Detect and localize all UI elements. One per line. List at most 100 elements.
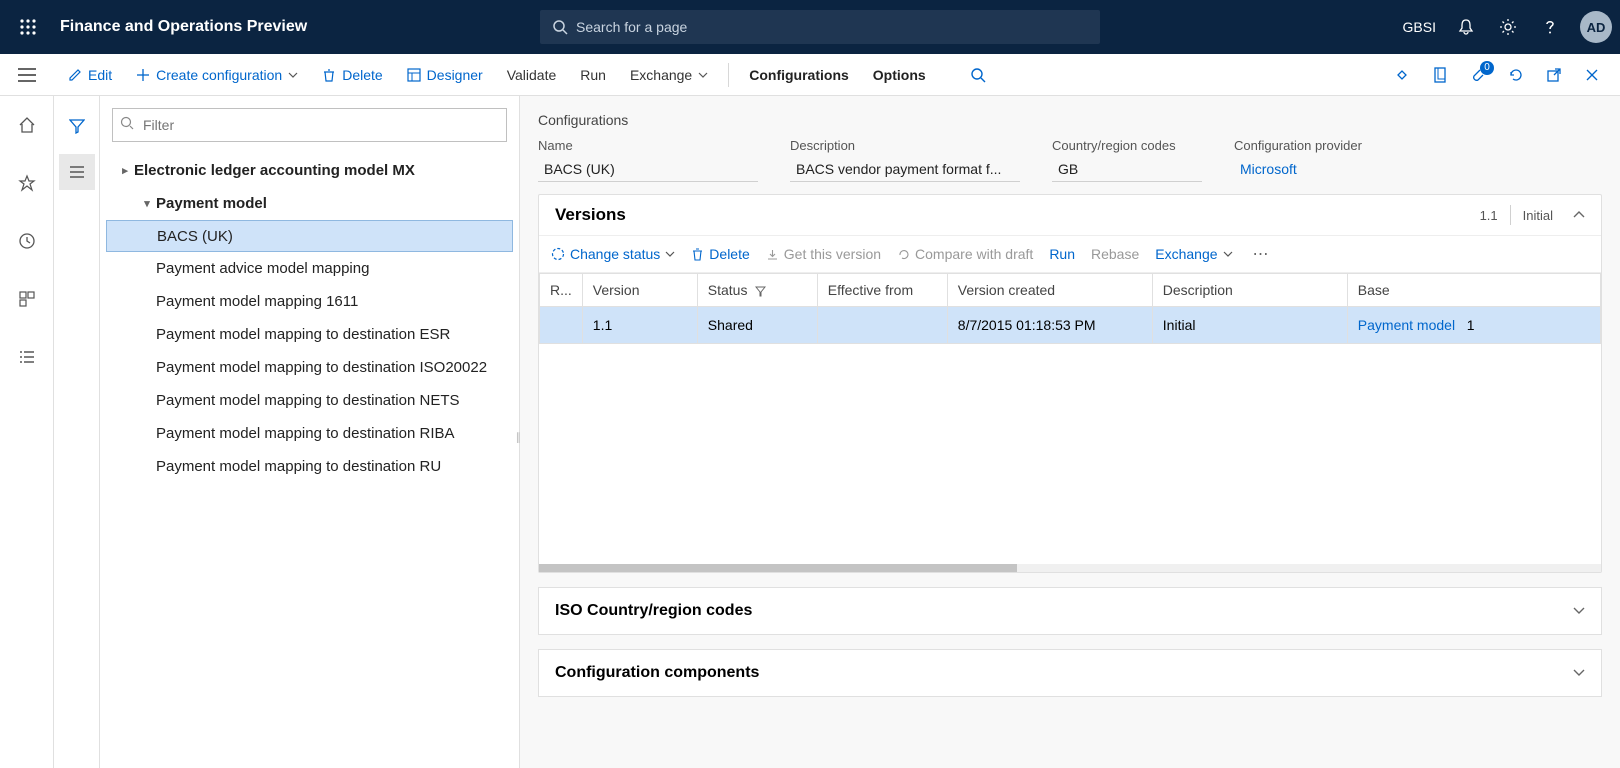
help-icon[interactable] — [1538, 15, 1562, 39]
versions-table: R... Version Status Effective from Versi… — [539, 273, 1601, 344]
chevron-down-icon — [665, 251, 675, 257]
secondary-column — [54, 96, 100, 768]
list-view-icon[interactable] — [59, 154, 95, 190]
tree-item-label: Payment model mapping to destination RIB… — [156, 425, 455, 442]
popout-icon[interactable] — [1538, 59, 1570, 91]
col-status[interactable]: Status — [697, 274, 817, 307]
country-codes-label: Country/region codes — [1052, 138, 1202, 153]
versions-card: Versions 1.1 Initial Change status Delet… — [538, 194, 1602, 573]
tree-filter-input[interactable] — [112, 108, 507, 142]
validate-button[interactable]: Validate — [495, 54, 569, 95]
horizontal-scrollbar[interactable] — [539, 564, 1601, 572]
components-title: Configuration components — [555, 664, 759, 682]
col-created[interactable]: Version created — [947, 274, 1152, 307]
download-icon — [766, 248, 779, 261]
bell-icon[interactable] — [1454, 15, 1478, 39]
cmdbar-search-button[interactable] — [958, 54, 998, 95]
exchange-label: Exchange — [630, 67, 692, 83]
country-codes-value[interactable]: GB — [1052, 157, 1202, 182]
col-status-label: Status — [708, 282, 748, 298]
version-run-label: Run — [1049, 246, 1075, 262]
version-run-button[interactable]: Run — [1049, 246, 1075, 262]
gear-icon[interactable] — [1496, 15, 1520, 39]
description-label: Description — [790, 138, 1020, 153]
change-status-button[interactable]: Change status — [551, 246, 675, 262]
filter-icon[interactable] — [59, 108, 95, 144]
designer-button[interactable]: Designer — [395, 54, 495, 95]
company-code[interactable]: GBSI — [1403, 19, 1436, 35]
name-value[interactable]: BACS (UK) — [538, 157, 758, 182]
tree-item[interactable]: Payment model mapping 1611 — [106, 285, 513, 318]
designer-icon — [407, 68, 421, 82]
col-version[interactable]: Version — [582, 274, 697, 307]
chevron-down-icon — [1223, 251, 1233, 257]
configurations-button[interactable]: Configurations — [737, 54, 861, 95]
tree-item[interactable]: Payment model mapping to destination NET… — [106, 384, 513, 417]
col-effective[interactable]: Effective from — [817, 274, 947, 307]
delete-button[interactable]: Delete — [310, 54, 394, 95]
description-value[interactable]: BACS vendor payment format f... — [790, 157, 1020, 182]
provider-value[interactable]: Microsoft — [1234, 157, 1434, 181]
table-empty-area — [539, 344, 1601, 564]
tree-item[interactable]: ▾Payment model — [106, 187, 513, 220]
home-icon[interactable] — [6, 104, 48, 146]
table-row[interactable]: 1.1Shared8/7/2015 01:18:53 PMInitialPaym… — [540, 307, 1601, 344]
compare-label: Compare with draft — [915, 246, 1033, 262]
search-icon — [552, 19, 568, 35]
hamburger-icon[interactable] — [14, 62, 40, 88]
arrow-down-icon[interactable]: ▾ — [138, 197, 156, 210]
main-content: Configurations Name BACS (UK) Descriptio… — [520, 96, 1620, 768]
cell-base: Payment model 1 — [1347, 307, 1600, 344]
left-rail — [0, 96, 54, 768]
search-input[interactable] — [576, 19, 1088, 35]
exchange-button[interactable]: Exchange — [618, 54, 720, 95]
tree-item[interactable]: Payment model mapping to destination RIB… — [106, 417, 513, 450]
col-base[interactable]: Base — [1347, 274, 1600, 307]
tree-item[interactable]: Payment advice model mapping — [106, 252, 513, 285]
tree-item[interactable]: Payment model mapping to destination ISO… — [106, 351, 513, 384]
arrow-right-icon[interactable]: ▸ — [116, 164, 134, 177]
attachments-icon[interactable]: 0 — [1462, 59, 1494, 91]
version-delete-button[interactable]: Delete — [691, 246, 749, 262]
edit-label: Edit — [88, 67, 112, 83]
run-button[interactable]: Run — [568, 54, 618, 95]
cell-description: Initial — [1152, 307, 1347, 344]
pin-icon[interactable] — [1386, 59, 1418, 91]
avatar[interactable]: AD — [1580, 11, 1612, 43]
page-icon[interactable] — [1424, 59, 1456, 91]
chevron-down-icon — [1573, 607, 1585, 615]
chevron-up-icon[interactable] — [1573, 211, 1585, 219]
configurations-label: Configurations — [749, 67, 849, 83]
cell-version: 1.1 — [582, 307, 697, 344]
close-icon[interactable] — [1576, 59, 1608, 91]
more-icon[interactable]: ⋯ — [1253, 244, 1271, 264]
base-link[interactable]: Payment model — [1358, 317, 1455, 333]
recent-icon[interactable] — [6, 220, 48, 262]
options-button[interactable]: Options — [861, 54, 938, 95]
refresh-icon[interactable] — [1500, 59, 1532, 91]
tree-item[interactable]: BACS (UK) — [106, 220, 513, 252]
col-r[interactable]: R... — [540, 274, 583, 307]
run-label: Run — [580, 67, 606, 83]
global-search[interactable] — [540, 10, 1100, 44]
plus-icon — [136, 68, 150, 82]
components-card[interactable]: Configuration components — [538, 649, 1602, 697]
designer-label: Designer — [427, 67, 483, 83]
edit-button[interactable]: Edit — [56, 54, 124, 95]
iso-codes-card[interactable]: ISO Country/region codes — [538, 587, 1602, 635]
tree-item[interactable]: Payment model mapping to destination RU — [106, 450, 513, 483]
chevron-down-icon — [698, 72, 708, 78]
favorites-icon[interactable] — [6, 162, 48, 204]
app-launcher-icon[interactable] — [8, 7, 48, 47]
trash-icon — [322, 68, 336, 82]
create-configuration-button[interactable]: Create configuration — [124, 54, 310, 95]
tree-item[interactable]: ▸Electronic ledger accounting model MX — [106, 154, 513, 187]
compare-button: Compare with draft — [897, 246, 1033, 262]
col-description[interactable]: Description — [1152, 274, 1347, 307]
tree-item[interactable]: Payment model mapping to destination ESR — [106, 318, 513, 351]
modules-icon[interactable] — [6, 336, 48, 378]
tree-item-label: Payment model mapping to destination NET… — [156, 392, 460, 409]
app-title: Finance and Operations Preview — [60, 18, 307, 36]
workspaces-icon[interactable] — [6, 278, 48, 320]
version-exchange-button[interactable]: Exchange — [1155, 246, 1232, 262]
